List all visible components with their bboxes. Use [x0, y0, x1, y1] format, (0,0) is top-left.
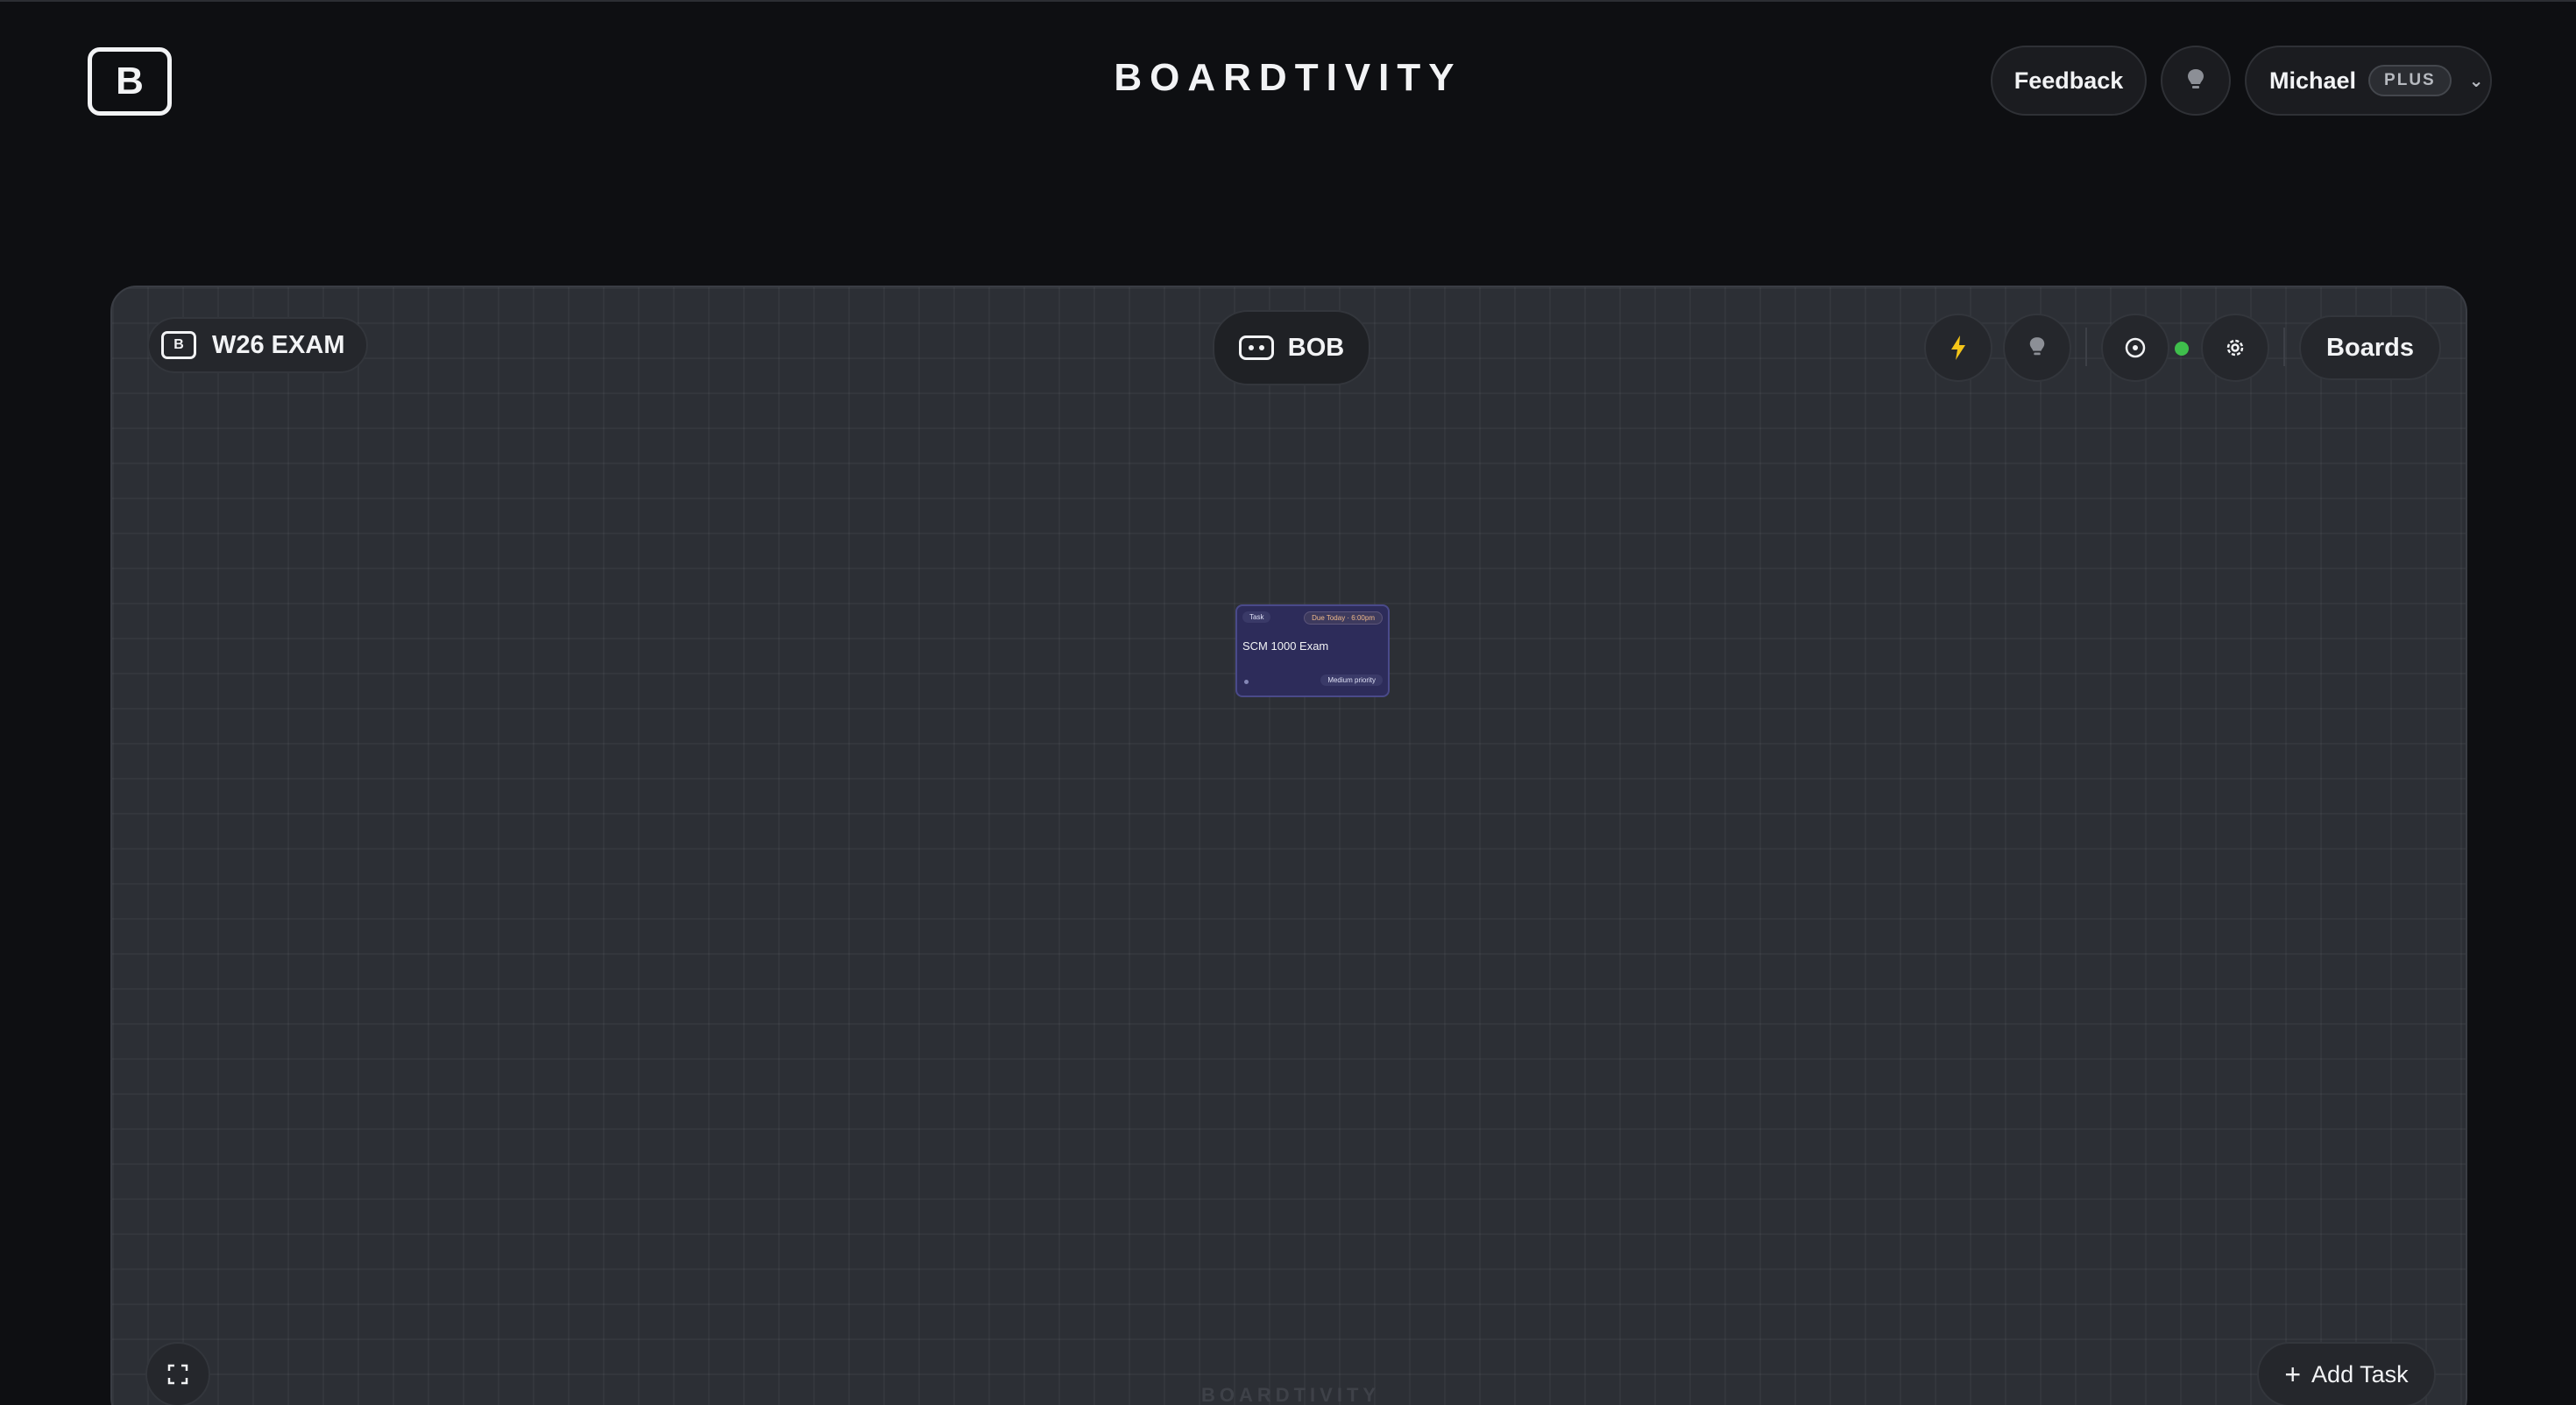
lightning-bolt-icon: [1951, 335, 1965, 360]
bob-assistant-button[interactable]: BOB: [1213, 310, 1370, 385]
logo-letter: B: [116, 60, 144, 102]
bob-label: BOB: [1287, 333, 1345, 362]
toolbar-divider: [2085, 328, 2087, 366]
plan-badge: PLUS: [2368, 65, 2452, 96]
task-type-badge: Task: [1242, 611, 1271, 623]
focus-button[interactable]: [2101, 314, 2169, 382]
task-title: SCM 1000 Exam: [1242, 639, 1329, 653]
user-menu-button[interactable]: Michael PLUS ⌄: [2245, 46, 2492, 116]
fullscreen-icon: [167, 1364, 188, 1385]
chevron-down-icon: ⌄: [2468, 71, 2484, 91]
board-logo-icon: B: [161, 331, 196, 359]
settings-button[interactable]: [2201, 314, 2269, 382]
gear-icon: [2226, 339, 2244, 357]
task-handle-dot: [1244, 680, 1249, 684]
add-task-button[interactable]: + Add Task: [2257, 1342, 2436, 1405]
user-name: Michael: [2269, 67, 2357, 94]
top-border: [0, 0, 2576, 2]
add-task-label: Add Task: [2311, 1360, 2409, 1387]
board-canvas[interactable]: B W26 EXAM BOB Boards Task Due Today · 6…: [110, 286, 2467, 1405]
board-logo-letter: B: [173, 337, 184, 352]
board-name: W26 EXAM: [212, 330, 345, 359]
plus-icon: +: [2284, 1358, 2302, 1390]
lightbulb-icon: [2188, 69, 2204, 88]
lightbulb-icon: [2029, 337, 2045, 356]
fullscreen-button[interactable]: [145, 1342, 210, 1405]
status-indicator: [2175, 342, 2189, 356]
robot-icon: [1238, 335, 1274, 360]
board-ideas-button[interactable]: [2003, 314, 2071, 382]
app-title: BOARDTIVITY: [1114, 56, 1462, 99]
target-icon: [2125, 337, 2146, 358]
toolbar-divider: [2283, 328, 2285, 366]
quick-action-button[interactable]: [1924, 314, 1992, 382]
app-logo[interactable]: B: [88, 47, 172, 116]
ideas-button[interactable]: [2161, 46, 2231, 116]
task-card[interactable]: Task Due Today · 6:00pm SCM 1000 Exam Me…: [1235, 604, 1390, 697]
board-watermark: BOARDTIVITY: [1200, 1384, 1381, 1405]
feedback-button[interactable]: Feedback: [1991, 46, 2147, 116]
boards-button[interactable]: Boards: [2299, 315, 2441, 380]
board-name-button[interactable]: B W26 EXAM: [147, 317, 368, 373]
due-date-badge: Due Today · 6:00pm: [1304, 611, 1383, 625]
priority-badge: Medium priority: [1320, 674, 1383, 686]
